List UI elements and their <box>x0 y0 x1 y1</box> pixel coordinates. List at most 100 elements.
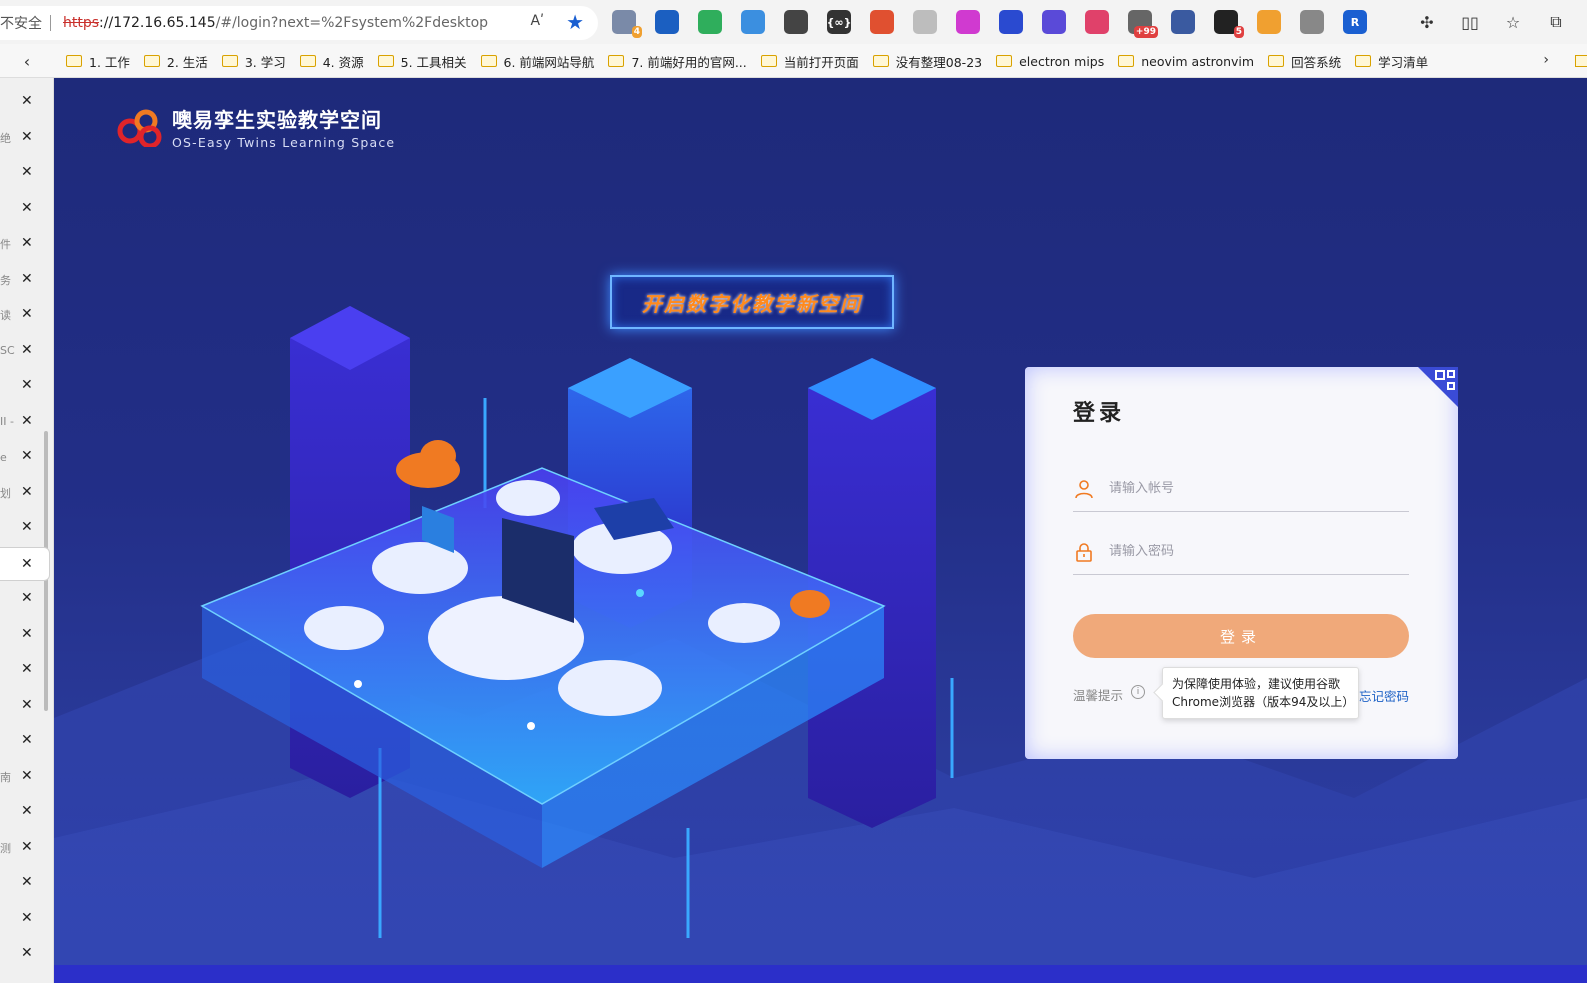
other-bookmarks-folder-icon[interactable] <box>1575 55 1587 67</box>
close-tab-icon[interactable]: ✕ <box>21 342 33 358</box>
ext-15-icon[interactable]: 5 <box>1214 10 1244 38</box>
forgot-password-link[interactable]: 忘记密码 <box>1359 686 1409 705</box>
folder-icon <box>760 55 777 67</box>
close-tab-icon[interactable]: ✕ <box>21 626 33 642</box>
bookmark-folder[interactable]: 当前打开页面 <box>760 52 859 71</box>
bookmark-folder[interactable]: 5. 工具相关 <box>377 52 467 71</box>
ext-18-icon[interactable]: R <box>1343 10 1367 34</box>
close-tab-icon[interactable]: ✕ <box>21 768 33 784</box>
vertical-tab[interactable]: 测 ✕ <box>0 831 50 865</box>
vertical-tab[interactable]: ✕ <box>0 511 50 545</box>
split-screen-icon[interactable]: ▯▯ <box>1458 10 1482 34</box>
close-tab-icon[interactable]: ✕ <box>21 910 33 926</box>
ext-13-icon[interactable]: +99 <box>1128 10 1158 38</box>
vertical-tab[interactable]: ✕ <box>0 653 50 687</box>
ext-10-icon[interactable] <box>999 10 1023 34</box>
bookmark-folder[interactable]: 6. 前端网站导航 <box>480 52 594 71</box>
more-bookmarks-chevron-icon[interactable]: › <box>1543 52 1549 68</box>
vertical-tab[interactable]: ✕ <box>0 369 50 403</box>
close-tab-icon[interactable]: ✕ <box>21 271 33 287</box>
vertical-tab[interactable]: ✕ <box>0 937 50 971</box>
bookmark-folder[interactable]: 3. 学习 <box>221 52 286 71</box>
bookmark-folder[interactable]: 7. 前端好用的官网... <box>608 52 747 71</box>
vertical-tab[interactable]: ✕ <box>0 618 50 652</box>
vertical-tab[interactable]: ✕ <box>0 689 50 723</box>
account-input[interactable] <box>1109 481 1389 496</box>
close-tab-icon[interactable]: ✕ <box>21 803 33 819</box>
vertical-tab[interactable]: 南 ✕ <box>0 760 50 794</box>
login-button[interactable]: 登录 <box>1073 614 1409 658</box>
close-tab-icon[interactable]: ✕ <box>21 306 33 322</box>
close-tab-icon[interactable]: ✕ <box>21 235 33 251</box>
close-tab-icon[interactable]: ✕ <box>21 874 33 890</box>
ext-11-icon[interactable] <box>1042 10 1066 34</box>
vertical-tab[interactable]: SC ✕ <box>0 334 50 368</box>
vertical-tab[interactable]: ✕ <box>0 192 50 226</box>
vertical-tab[interactable]: ✕ <box>0 546 50 581</box>
address-bar[interactable]: 不安全 https://172.16.65.145/#/login?next=%… <box>0 6 598 40</box>
read-aloud-icon[interactable]: Aʹ <box>531 13 544 29</box>
ext-9-icon[interactable] <box>956 10 980 34</box>
vertical-tab[interactable]: 务 ✕ <box>0 263 50 297</box>
close-tab-icon[interactable]: ✕ <box>21 377 33 393</box>
vertical-tab[interactable]: 件 ✕ <box>0 227 50 261</box>
close-tab-icon[interactable]: ✕ <box>21 93 33 109</box>
close-tab-icon[interactable]: ✕ <box>21 590 33 606</box>
close-tab-icon[interactable]: ✕ <box>21 484 33 500</box>
close-tab-icon[interactable]: ✕ <box>21 448 33 464</box>
vertical-tab[interactable]: 绝 ✕ <box>0 121 50 155</box>
ext-12-icon[interactable] <box>1085 10 1109 34</box>
bookmark-folder[interactable]: electron mips <box>996 54 1104 69</box>
vertical-tab[interactable]: 读 ✕ <box>0 298 50 332</box>
ext-1-icon[interactable]: 4 <box>612 10 642 38</box>
vertical-tab[interactable]: II - ✕ <box>0 405 50 439</box>
close-tab-icon[interactable]: ✕ <box>21 697 33 713</box>
ext-6-icon[interactable]: {∞} <box>827 10 851 34</box>
vertical-tab[interactable]: ✕ <box>0 866 50 900</box>
extensions-puzzle-icon[interactable]: ✣ <box>1415 10 1439 34</box>
favorites-icon[interactable]: ☆ <box>1501 10 1525 34</box>
collapse-tabs-icon[interactable]: ‹ <box>0 44 54 78</box>
bookmark-folder[interactable]: 4. 资源 <box>299 52 364 71</box>
close-tab-icon[interactable]: ✕ <box>21 129 33 145</box>
info-icon[interactable]: i <box>1131 685 1145 699</box>
vertical-tab[interactable]: ✕ <box>0 902 50 936</box>
ext-2-icon[interactable] <box>655 10 679 34</box>
close-tab-icon[interactable]: ✕ <box>21 945 33 961</box>
qrcode-login-icon[interactable] <box>1418 367 1458 407</box>
ext-5-icon[interactable] <box>784 10 808 34</box>
bookmark-folder[interactable]: 没有整理08-23 <box>872 52 982 71</box>
password-input[interactable] <box>1109 544 1389 559</box>
close-tab-icon[interactable]: ✕ <box>21 556 33 572</box>
vertical-tab[interactable]: ✕ <box>0 582 50 616</box>
collections-icon[interactable]: ⧉ <box>1544 10 1568 34</box>
security-indicator[interactable]: 不安全 <box>0 13 42 33</box>
url-host: ://172.16.65.145 <box>99 15 216 31</box>
close-tab-icon[interactable]: ✕ <box>21 839 33 855</box>
vertical-tab[interactable]: ✕ <box>0 85 50 119</box>
vertical-tab[interactable]: ✕ <box>0 724 50 758</box>
bookmark-folder[interactable]: neovim astronvim <box>1118 54 1254 69</box>
vertical-tab[interactable]: ✕ <box>0 156 50 190</box>
ext-8-icon[interactable] <box>913 10 937 34</box>
close-tab-icon[interactable]: ✕ <box>21 661 33 677</box>
ext-16-icon[interactable] <box>1257 10 1281 34</box>
close-tab-icon[interactable]: ✕ <box>21 519 33 535</box>
ext-14-icon[interactable] <box>1171 10 1195 34</box>
close-tab-icon[interactable]: ✕ <box>21 413 33 429</box>
ext-7-icon[interactable] <box>870 10 894 34</box>
bookmark-folder[interactable]: 2. 生活 <box>143 52 208 71</box>
close-tab-icon[interactable]: ✕ <box>21 164 33 180</box>
close-tab-icon[interactable]: ✕ <box>21 200 33 216</box>
bookmark-folder[interactable]: 1. 工作 <box>66 52 130 71</box>
bookmark-folder[interactable]: 回答系统 <box>1268 52 1341 71</box>
vertical-tab[interactable]: ✕ <box>0 795 50 829</box>
ext-3-icon[interactable] <box>698 10 722 34</box>
vertical-tab[interactable]: e ✕ <box>0 440 50 474</box>
bookmark-folder[interactable]: 学习清单 <box>1355 52 1428 71</box>
ext-17-icon[interactable] <box>1300 10 1324 34</box>
vertical-tab[interactable]: 划 ✕ <box>0 476 50 510</box>
close-tab-icon[interactable]: ✕ <box>21 732 33 748</box>
ext-4-icon[interactable] <box>741 10 765 34</box>
favorite-star-icon[interactable]: ★ <box>566 10 584 34</box>
